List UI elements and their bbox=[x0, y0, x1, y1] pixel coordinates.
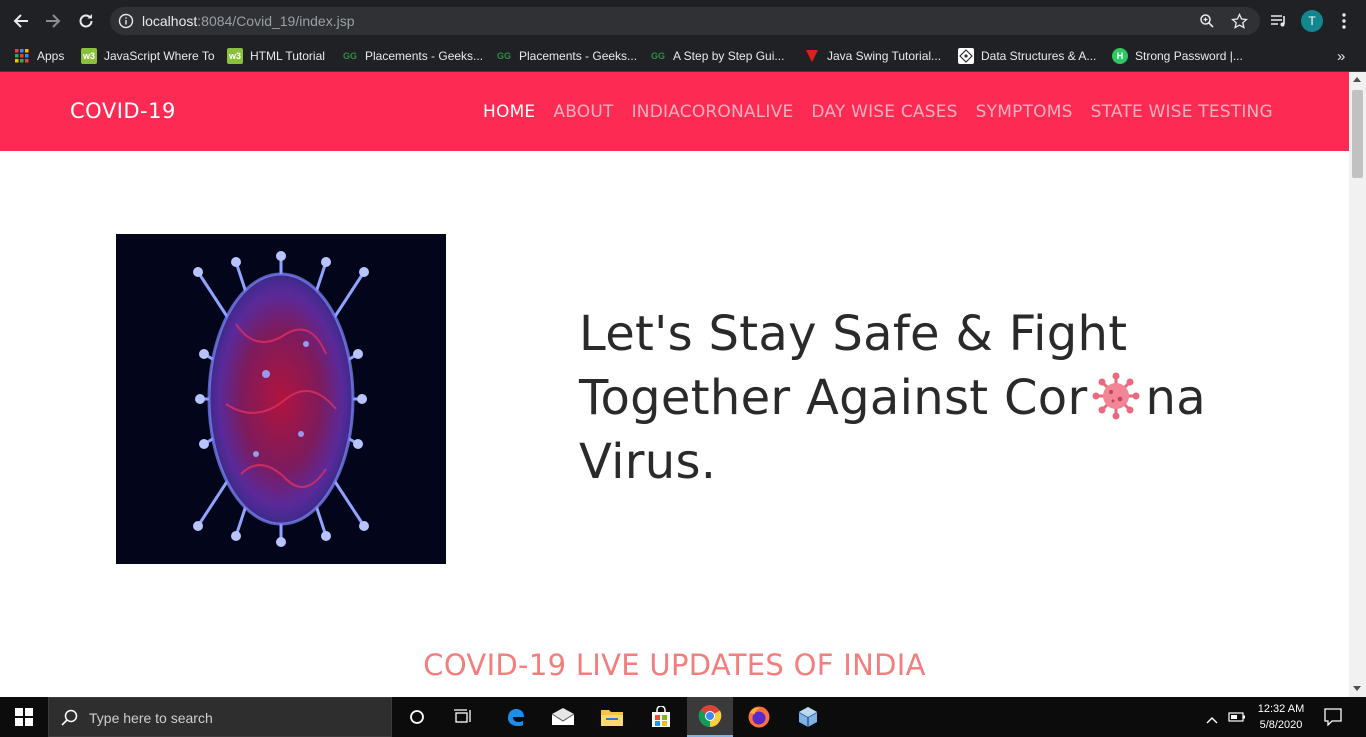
reload-icon[interactable] bbox=[74, 9, 98, 33]
browser-toolbar: localhost:8084/Covid_19/index.jsp T bbox=[0, 0, 1366, 42]
hero-line-2-start: Together Against Cor bbox=[579, 370, 1088, 426]
main-menu: HOME ABOUT INDIACORONALIVE DAY WISE CASE… bbox=[483, 102, 1273, 122]
bookmark-label: A Step by Step Gui... bbox=[673, 49, 785, 63]
task-view-icon[interactable] bbox=[440, 697, 486, 737]
site-info-icon[interactable] bbox=[118, 13, 134, 34]
bookmarks-overflow-button[interactable]: » bbox=[1337, 45, 1345, 67]
edge-browser-icon[interactable] bbox=[492, 697, 538, 737]
kebab-menu-icon[interactable] bbox=[1333, 10, 1355, 32]
bookmark-placements-geeks-2[interactable]: GG Placements - Geeks... bbox=[496, 45, 637, 67]
scroll-thumb[interactable] bbox=[1352, 90, 1363, 178]
forward-arrow-icon[interactable] bbox=[41, 9, 65, 33]
file-explorer-icon[interactable] bbox=[589, 697, 635, 737]
nav-day-wise-cases[interactable]: DAY WISE CASES bbox=[811, 102, 957, 122]
bookmark-placements-geeks-1[interactable]: GG Placements - Geeks... bbox=[342, 45, 483, 67]
bookmark-label: Apps bbox=[37, 49, 65, 63]
bookmark-label: Java Swing Tutorial... bbox=[827, 49, 942, 63]
hero-line-3: Virus. bbox=[579, 434, 717, 490]
nav-indiacoronalive[interactable]: INDIACORONALIVE bbox=[632, 102, 794, 122]
bookmark-strong-password[interactable]: H Strong Password |... bbox=[1112, 45, 1243, 67]
bookmark-html-tutorial[interactable]: w3 HTML Tutorial bbox=[227, 45, 325, 67]
javatpoint-icon bbox=[804, 48, 820, 64]
w3schools-icon: w3 bbox=[81, 48, 97, 64]
windows-taskbar: Type here to search 12:32 AM 5/8/2020 bbox=[0, 697, 1366, 737]
hero-headline: Let's Stay Safe & Fight Together Against… bbox=[579, 302, 1279, 494]
firefox-icon[interactable] bbox=[736, 697, 782, 737]
zoom-icon[interactable] bbox=[1198, 12, 1216, 30]
media-control-icon[interactable] bbox=[1268, 10, 1290, 32]
geeksforgeeks-icon: GG bbox=[342, 51, 357, 61]
clock-date: 5/8/2020 bbox=[1259, 719, 1303, 731]
bookmark-label: Placements - Geeks... bbox=[519, 49, 638, 63]
nav-home[interactable]: HOME bbox=[483, 102, 535, 122]
geeksforgeeks-icon: GG bbox=[650, 51, 665, 61]
search-icon bbox=[61, 709, 79, 732]
battery-icon[interactable] bbox=[1228, 710, 1246, 728]
hero-line-2-end: na bbox=[1145, 370, 1206, 426]
url-text: localhost:8084/Covid_19/index.jsp bbox=[142, 13, 355, 29]
search-placeholder: Type here to search bbox=[89, 710, 213, 726]
bookmark-data-structures[interactable]: Data Structures & A... bbox=[958, 45, 1096, 67]
page-viewport: COVID-19 HOME ABOUT INDIACORONALIVE DAY … bbox=[0, 72, 1349, 697]
geeksforgeeks-icon: GG bbox=[496, 51, 511, 61]
hero-line-1: Let's Stay Safe & Fight bbox=[579, 306, 1128, 362]
w3schools-icon: w3 bbox=[227, 48, 243, 64]
system-clock[interactable]: 12:32 AM 5/8/2020 bbox=[1246, 701, 1316, 733]
mail-icon[interactable] bbox=[540, 697, 586, 737]
bookmarks-bar: Apps w3 JavaScript Where To w3 HTML Tuto… bbox=[0, 42, 1366, 72]
chrome-taskbar-icon[interactable] bbox=[687, 697, 733, 737]
bookmark-label: Placements - Geeks... bbox=[365, 49, 484, 63]
coronavirus-image bbox=[116, 234, 446, 564]
chevron-up-icon[interactable] bbox=[1206, 711, 1218, 729]
bookmark-javascript-where-to[interactable]: w3 JavaScript Where To bbox=[81, 45, 215, 67]
cortana-icon[interactable] bbox=[394, 697, 440, 737]
page-scrollbar[interactable] bbox=[1349, 72, 1366, 697]
microsoft-store-icon[interactable] bbox=[638, 697, 684, 737]
bookmark-star-icon[interactable] bbox=[1230, 12, 1248, 30]
bookmark-step-by-step-guide[interactable]: GG A Step by Step Gui... bbox=[650, 45, 784, 67]
datastructures-icon bbox=[958, 48, 974, 64]
notification-center-icon[interactable] bbox=[1324, 708, 1342, 731]
nav-about[interactable]: ABOUT bbox=[553, 102, 613, 122]
scroll-down-arrow-icon[interactable] bbox=[1353, 686, 1361, 691]
windows-start-icon[interactable] bbox=[0, 697, 48, 737]
bookmark-label: Strong Password |... bbox=[1135, 49, 1243, 63]
profile-avatar[interactable]: T bbox=[1301, 10, 1323, 32]
virtualbox-icon[interactable] bbox=[785, 697, 831, 737]
nav-symptoms[interactable]: SYMPTOMS bbox=[976, 102, 1073, 122]
apps-grid-icon bbox=[14, 48, 30, 64]
live-updates-heading: COVID-19 LIVE UPDATES OF INDIA bbox=[423, 648, 926, 682]
address-bar[interactable]: localhost:8084/Covid_19/index.jsp bbox=[110, 7, 1260, 35]
hackerrank-icon: H bbox=[1112, 48, 1128, 64]
taskbar-search-input[interactable]: Type here to search bbox=[48, 697, 392, 737]
bookmark-label: Data Structures & A... bbox=[981, 49, 1097, 63]
back-arrow-icon[interactable] bbox=[9, 9, 33, 33]
clock-time: 12:32 AM bbox=[1257, 703, 1305, 715]
bookmark-apps[interactable]: Apps bbox=[14, 45, 64, 67]
scroll-up-arrow-icon[interactable] bbox=[1353, 77, 1361, 82]
virus-icon bbox=[1087, 372, 1145, 420]
bookmark-java-swing-tutorial[interactable]: Java Swing Tutorial... bbox=[804, 45, 941, 67]
bookmark-label: JavaScript Where To bbox=[104, 49, 215, 63]
nav-state-wise-testing[interactable]: STATE WISE TESTING bbox=[1091, 102, 1273, 122]
site-navbar: COVID-19 HOME ABOUT INDIACORONALIVE DAY … bbox=[0, 72, 1349, 151]
bookmark-label: HTML Tutorial bbox=[250, 49, 325, 63]
brand-logo[interactable]: COVID-19 bbox=[70, 99, 176, 123]
